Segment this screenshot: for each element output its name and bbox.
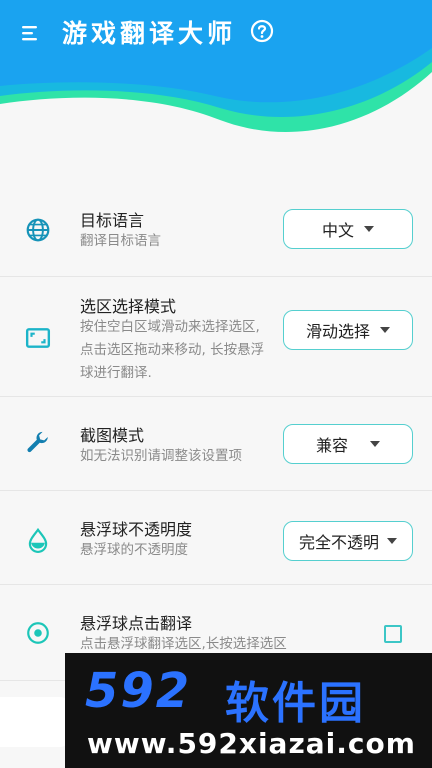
setting-desc: 翻译目标语言	[80, 233, 161, 249]
chevron-down-icon	[364, 226, 374, 232]
target-language-select[interactable]: 中文	[283, 209, 413, 249]
setting-title: 选区选择模式	[80, 297, 177, 316]
setting-title: 截图模式	[80, 426, 145, 445]
drop-icon	[28, 527, 48, 553]
watermark: 592 软件园 www.592xiazai.com	[65, 653, 432, 768]
globe-icon	[26, 218, 50, 242]
setting-title: 悬浮球点击翻译	[80, 614, 193, 633]
setting-title: 悬浮球不透明度	[80, 520, 193, 539]
setting-row-screenshot-mode: 截图模式 如无法识别请调整该设置项 兼容	[0, 397, 432, 491]
select-value: 滑动选择	[305, 322, 370, 341]
setting-row-target-language: 目标语言 翻译目标语言 中文	[0, 185, 432, 277]
setting-title: 目标语言	[80, 211, 145, 230]
float-opacity-select[interactable]: 完全不透明	[283, 521, 413, 561]
select-value: 中文	[321, 221, 354, 240]
setting-desc: 按住空白区域滑动来选择选区, 点击选区拖动来移动, 长按悬浮球进行翻译.	[80, 319, 265, 381]
menu-icon[interactable]	[20, 22, 42, 44]
chevron-down-icon	[370, 441, 380, 447]
help-icon[interactable]	[250, 19, 274, 43]
watermark-brand-suffix: 软件园	[225, 678, 366, 729]
settings-list: 目标语言 翻译目标语言 中文 选区选择模式 按住空白区域滑动来选择选区, 点击选…	[0, 185, 432, 681]
setting-row-selection-mode: 选区选择模式 按住空白区域滑动来选择选区, 点击选区拖动来移动, 长按悬浮球进行…	[0, 277, 432, 397]
app-header: 游戏翻译大师	[0, 0, 432, 150]
setting-row-float-opacity: 悬浮球不透明度 悬浮球的不透明度 完全不透明	[0, 491, 432, 585]
watermark-url: www.592xiazai.com	[87, 727, 416, 760]
app-title: 游戏翻译大师	[62, 19, 237, 48]
watermark-brand: 592	[85, 663, 192, 719]
setting-desc: 如无法识别请调整该设置项	[80, 448, 242, 464]
screenshot-mode-select[interactable]: 兼容	[283, 424, 413, 464]
target-icon	[27, 622, 49, 644]
wrench-icon	[27, 431, 48, 453]
chevron-down-icon	[380, 327, 390, 333]
select-value: 兼容	[315, 436, 348, 455]
float-click-translate-checkbox[interactable]	[384, 625, 402, 643]
crop-frame-icon	[25, 328, 51, 348]
select-value: 完全不透明	[298, 533, 379, 552]
setting-desc: 悬浮球的不透明度	[80, 542, 188, 558]
bottom-card	[0, 697, 70, 747]
selection-mode-select[interactable]: 滑动选择	[283, 310, 413, 350]
chevron-down-icon	[387, 538, 397, 544]
